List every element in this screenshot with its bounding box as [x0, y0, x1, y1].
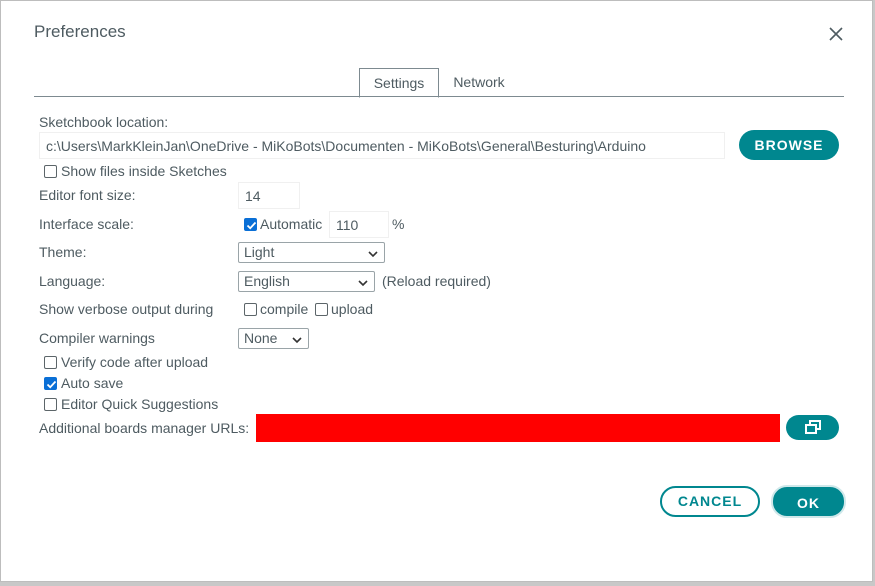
- checkmark-icon: [46, 380, 57, 389]
- verify-after-upload-checkbox[interactable]: [44, 356, 57, 369]
- verbose-compile-checkbox[interactable]: [244, 303, 257, 316]
- automatic-scale-checkbox[interactable]: [244, 218, 257, 231]
- quick-suggestions-checkbox[interactable]: [44, 398, 57, 411]
- verbose-compile-label: compile: [260, 301, 309, 317]
- auto-save-checkbox[interactable]: [44, 377, 57, 390]
- sketchbook-path-input[interactable]: c:\Users\MarkKleinJan\OneDrive - MiKoBot…: [39, 132, 725, 159]
- compiler-warnings-label: Compiler warnings: [39, 330, 155, 346]
- chevron-down-icon: [358, 275, 368, 294]
- chevron-down-icon: [292, 332, 302, 351]
- theme-label: Theme:: [39, 244, 87, 260]
- verify-after-upload-label: Verify code after upload: [61, 354, 209, 370]
- reload-required-note: (Reload required): [382, 273, 491, 289]
- show-files-label: Show files inside Sketches: [61, 163, 227, 179]
- tab-settings[interactable]: Settings: [359, 68, 439, 98]
- interface-scale-input[interactable]: 110: [329, 211, 389, 238]
- boards-urls-label: Additional boards manager URLs:: [39, 420, 250, 436]
- boards-urls-input[interactable]: [256, 414, 780, 442]
- compiler-warnings-selected-value: None: [244, 330, 278, 346]
- theme-selected-value: Light: [244, 244, 275, 260]
- cancel-button[interactable]: CANCEL: [660, 486, 760, 517]
- language-selected-value: English: [244, 273, 290, 289]
- window-restore-icon: [804, 420, 821, 434]
- browse-button[interactable]: BROWSE: [739, 130, 839, 160]
- dialog-title: Preferences: [34, 22, 126, 41]
- sketchbook-label: Sketchbook location:: [39, 114, 169, 130]
- interface-scale-label: Interface scale:: [39, 216, 134, 232]
- editor-font-size-input[interactable]: 14: [238, 182, 300, 209]
- checkmark-icon: [246, 221, 257, 230]
- auto-save-label: Auto save: [61, 375, 124, 391]
- verbose-upload-checkbox[interactable]: [315, 303, 328, 316]
- editor-font-size-label: Editor font size:: [39, 187, 136, 203]
- verbose-output-label: Show verbose output during: [39, 301, 214, 317]
- close-icon[interactable]: [827, 25, 845, 43]
- language-label: Language:: [39, 273, 106, 289]
- theme-select[interactable]: Light: [238, 242, 385, 263]
- automatic-label: Automatic: [260, 216, 323, 232]
- tab-divider: [34, 96, 844, 97]
- verbose-upload-label: upload: [331, 301, 374, 317]
- quick-suggestions-label: Editor Quick Suggestions: [61, 396, 219, 412]
- preferences-dialog: Preferences Settings Network Sketchbook …: [0, 0, 873, 582]
- open-urls-editor-button[interactable]: [786, 415, 839, 440]
- show-files-checkbox[interactable]: [44, 165, 57, 178]
- chevron-down-icon: [368, 246, 378, 265]
- percent-unit: %: [392, 216, 405, 232]
- tab-network[interactable]: Network: [441, 68, 517, 98]
- ok-button[interactable]: OK: [771, 485, 846, 518]
- language-select[interactable]: English: [238, 271, 375, 292]
- compiler-warnings-select[interactable]: None: [238, 328, 309, 349]
